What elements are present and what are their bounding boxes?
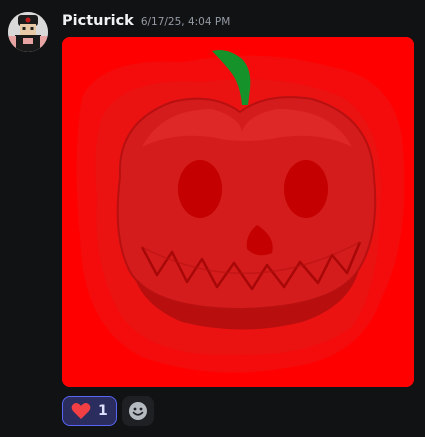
pumpkin-drawing xyxy=(62,37,414,387)
image-attachment[interactable] xyxy=(62,37,414,387)
roblox-avatar-icon xyxy=(8,12,48,52)
smile-icon xyxy=(128,402,147,420)
reactions-bar: 1 xyxy=(62,396,154,426)
reaction-count: 1 xyxy=(98,403,108,419)
add-reaction-button[interactable] xyxy=(121,396,154,426)
username[interactable]: Picturick xyxy=(62,13,134,29)
heart-icon xyxy=(71,402,91,419)
timestamp: 6/17/25, 4:04 PM xyxy=(140,16,231,28)
chat-message: Picturick 6/17/25, 4:04 PM 1 xyxy=(0,0,425,437)
heart-reaction[interactable]: 1 xyxy=(62,396,117,426)
avatar[interactable] xyxy=(8,12,48,52)
message-header: Picturick 6/17/25, 4:04 PM xyxy=(62,13,230,29)
